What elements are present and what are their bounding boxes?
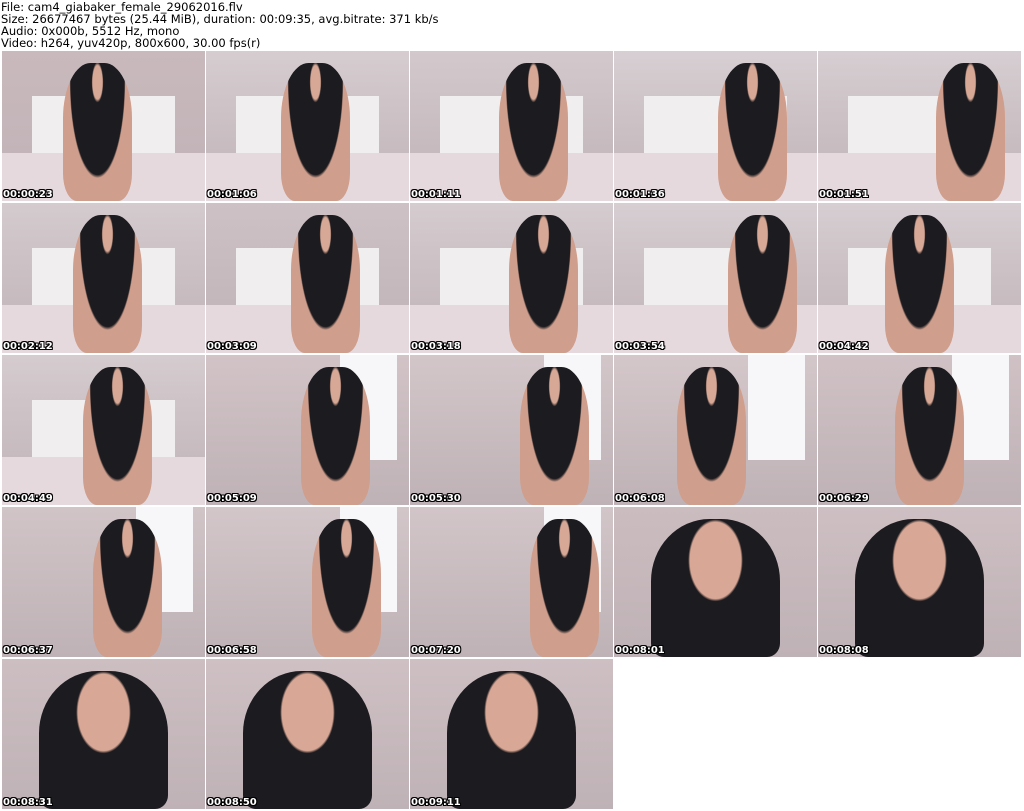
thumbnail-frame — [614, 51, 817, 201]
thumbnail-frame — [614, 203, 817, 353]
video-thumbnail: 00:04:49 — [2, 355, 205, 505]
video-thumbnail: 00:08:01 — [614, 507, 817, 657]
thumbnail-timestamp: 00:06:58 — [207, 645, 257, 656]
video-thumbnail: 00:06:29 — [818, 355, 1021, 505]
person-silhouette — [717, 63, 787, 201]
thumbnail-timestamp: 00:08:01 — [615, 645, 665, 656]
video-thumbnail: 00:03:09 — [206, 203, 409, 353]
video-thumbnail: 00:08:50 — [206, 659, 409, 809]
thumbnail-timestamp: 00:00:23 — [3, 189, 53, 200]
thumbnail-frame — [818, 355, 1021, 505]
person-silhouette — [62, 63, 132, 201]
thumbnail-timestamp: 00:01:11 — [411, 189, 461, 200]
thumbnail-frame — [410, 203, 613, 353]
thumbnail-timestamp: 00:06:37 — [3, 645, 53, 656]
video-thumbnail: 00:06:37 — [2, 507, 205, 657]
thumbnail-timestamp: 00:06:29 — [819, 493, 869, 504]
person-silhouette — [38, 671, 169, 809]
video-thumbnail: 00:09:11 — [410, 659, 613, 809]
thumbnail-timestamp: 00:08:31 — [3, 797, 53, 808]
person-silhouette — [529, 519, 599, 657]
person-silhouette — [519, 367, 589, 505]
thumbnail-timestamp: 00:09:11 — [411, 797, 461, 808]
thumbnail-frame — [2, 203, 205, 353]
thumbnail-frame — [818, 51, 1021, 201]
person-silhouette — [935, 63, 1005, 201]
person-silhouette — [446, 671, 577, 809]
video-thumbnail: 00:04:42 — [818, 203, 1021, 353]
thumbnail-frame — [2, 355, 205, 505]
thumbnail-frame — [2, 51, 205, 201]
video-thumbnail: 00:01:06 — [206, 51, 409, 201]
video-thumbnail: 00:07:20 — [410, 507, 613, 657]
person-silhouette — [242, 671, 373, 809]
thumbnail-frame — [206, 203, 409, 353]
thumbnail-timestamp: 00:02:12 — [3, 341, 53, 352]
thumbnail-timestamp: 00:01:36 — [615, 189, 665, 200]
thumbnail-timestamp: 00:07:20 — [411, 645, 461, 656]
thumbnail-frame — [410, 355, 613, 505]
video-thumbnail: 00:08:31 — [2, 659, 205, 809]
person-silhouette — [73, 215, 143, 353]
person-silhouette — [499, 63, 569, 201]
video-thumbnail: 00:00:23 — [2, 51, 205, 201]
thumbnail-frame — [206, 507, 409, 657]
thumbnail-timestamp: 00:01:06 — [207, 189, 257, 200]
person-silhouette — [676, 367, 746, 505]
thumbnail-timestamp: 00:05:30 — [411, 493, 461, 504]
thumbnail-timestamp: 00:04:42 — [819, 341, 869, 352]
window-shape — [748, 355, 805, 460]
thumbnail-timestamp: 00:04:49 — [3, 493, 53, 504]
thumbnail-timestamp: 00:03:09 — [207, 341, 257, 352]
thumbnail-timestamp: 00:06:08 — [615, 493, 665, 504]
video-thumbnail: 00:01:11 — [410, 51, 613, 201]
video-thumbnail: 00:01:36 — [614, 51, 817, 201]
thumbnail-timestamp: 00:05:09 — [207, 493, 257, 504]
person-silhouette — [650, 519, 781, 657]
thumbnail-frame — [614, 355, 817, 505]
thumbnail-timestamp: 00:08:08 — [819, 645, 869, 656]
thumbnail-frame — [410, 507, 613, 657]
thumbnail-frame — [410, 51, 613, 201]
video-thumbnail: 00:02:12 — [2, 203, 205, 353]
person-silhouette — [291, 215, 361, 353]
thumbnail-frame — [2, 659, 205, 809]
video-thumbnail: 00:05:30 — [410, 355, 613, 505]
thumbnail-timestamp: 00:03:54 — [615, 341, 665, 352]
video-thumbnail: 00:01:51 — [818, 51, 1021, 201]
thumbnail-frame — [206, 355, 409, 505]
video-thumbnail: 00:03:18 — [410, 203, 613, 353]
thumbnail-frame — [818, 507, 1021, 657]
person-silhouette — [83, 367, 153, 505]
thumbnail-frame — [206, 51, 409, 201]
person-silhouette — [727, 215, 797, 353]
thumbnail-frame — [206, 659, 409, 809]
video-thumbnail: 00:08:08 — [818, 507, 1021, 657]
video-thumbnail: 00:03:54 — [614, 203, 817, 353]
person-silhouette — [311, 519, 381, 657]
person-silhouette — [281, 63, 351, 201]
person-silhouette — [854, 519, 985, 657]
person-silhouette — [884, 215, 954, 353]
video-thumbnail: 00:06:58 — [206, 507, 409, 657]
thumbnail-timestamp: 00:01:51 — [819, 189, 869, 200]
file-info-header: File: cam4_giabaker_female_29062016.flv … — [0, 0, 1024, 50]
person-silhouette — [301, 367, 371, 505]
thumbnail-frame — [614, 507, 817, 657]
thumbnail-frame — [2, 507, 205, 657]
person-silhouette — [93, 519, 163, 657]
person-silhouette — [509, 215, 579, 353]
thumbnail-timestamp: 00:03:18 — [411, 341, 461, 352]
video-thumbnail: 00:06:08 — [614, 355, 817, 505]
video-info-line: Video: h264, yuv420p, 800x600, 30.00 fps… — [1, 36, 261, 50]
thumbnail-frame — [818, 203, 1021, 353]
thumbnail-frame — [410, 659, 613, 809]
thumbnail-grid: 00:00:23 00:01:06 00:01:11 00:01:36 00:01:51… — [2, 51, 1022, 809]
person-silhouette — [895, 367, 965, 505]
thumbnail-timestamp: 00:08:50 — [207, 797, 257, 808]
video-thumbnail: 00:05:09 — [206, 355, 409, 505]
